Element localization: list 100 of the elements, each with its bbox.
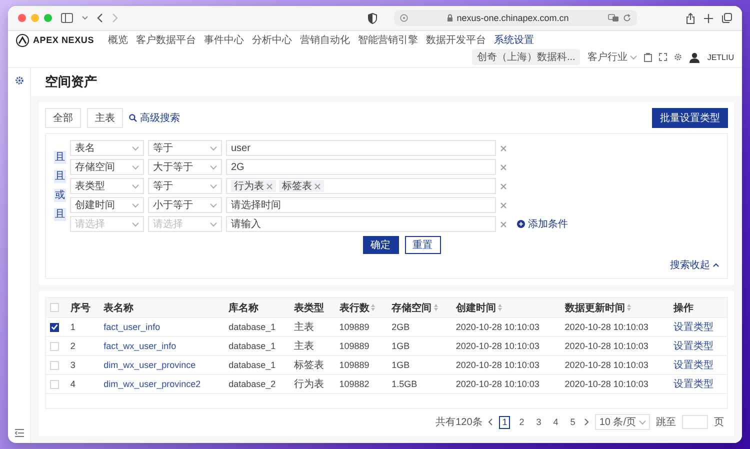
column-header: 库名称 [228, 301, 259, 314]
field-select[interactable]: 表类型 [70, 178, 144, 194]
value-field[interactable]: 行为表 标签表 [226, 178, 496, 194]
page-size-select[interactable]: 10 条/页 [595, 414, 650, 430]
chevron-up-icon [713, 263, 719, 267]
page-number[interactable]: 5 [567, 416, 578, 428]
logic-toggle[interactable]: 或 [54, 189, 66, 202]
company-selector[interactable]: 创奇（上海）数据科... [472, 49, 580, 65]
column-header: 操作 [674, 302, 694, 314]
nav-item[interactable]: 数据开发平台 [426, 33, 486, 47]
nav-item[interactable]: 营销自动化 [300, 33, 350, 47]
table-name-link[interactable]: fact_wx_user_info [104, 341, 176, 351]
table-cell: database_1 [228, 360, 276, 370]
jump-label: 跳至 [656, 416, 676, 429]
value-field[interactable]: 请输入 [226, 216, 496, 232]
remove-icon[interactable] [500, 164, 507, 170]
tabs-icon[interactable] [722, 13, 732, 23]
clipboard-icon[interactable] [644, 52, 652, 62]
logic-toggle[interactable]: 且 [54, 151, 66, 164]
logic-toggle[interactable]: 且 [54, 208, 66, 221]
sort-icon[interactable] [498, 304, 502, 311]
remove-icon[interactable] [500, 220, 507, 228]
back-icon[interactable] [97, 13, 103, 23]
user-name[interactable]: JETLIU [707, 52, 734, 62]
remove-tag-icon[interactable] [314, 182, 321, 190]
page-jump-field[interactable] [682, 415, 708, 429]
collapse-search-link[interactable]: 搜索收起 [670, 258, 719, 272]
close-button[interactable] [18, 14, 26, 22]
nav-item[interactable]: 客户数据平台 [136, 33, 196, 47]
table-cell: 2020-10-28 10:10:03 [564, 341, 648, 351]
table-cell: database_1 [228, 341, 276, 351]
caret-icon [210, 202, 217, 208]
nav-item[interactable]: 智能营销引擎 [358, 33, 418, 47]
table-name-link[interactable]: dim_wx_user_province [104, 360, 196, 370]
operator-select[interactable]: 大于等于 [148, 159, 222, 175]
field-select[interactable]: 表名 [70, 140, 144, 156]
set-type-link[interactable]: 设置类型 [674, 360, 714, 371]
sidebar-icon[interactable] [61, 13, 73, 23]
sort-icon[interactable] [371, 304, 376, 311]
page-number[interactable]: 3 [533, 416, 544, 428]
table-cell: database_2 [228, 379, 276, 389]
operator-select[interactable]: 等于 [148, 140, 222, 156]
forward-icon[interactable] [112, 13, 118, 23]
plus-icon[interactable] [704, 14, 713, 22]
column-header: 表类型 [294, 302, 324, 314]
remove-tag-icon[interactable] [266, 182, 273, 190]
reset-button[interactable]: 重置 [404, 236, 440, 254]
zoom-button[interactable] [44, 14, 52, 22]
nav-item[interactable]: 系统设置 [494, 33, 534, 47]
table-cell: 2020-10-28 10:10:03 [456, 322, 540, 332]
table-name-link[interactable]: fact_user_info [104, 322, 160, 332]
caret-icon [132, 202, 139, 208]
select-all-checkbox[interactable] [50, 303, 59, 312]
avatar-icon[interactable] [689, 52, 700, 62]
minimize-button[interactable] [31, 14, 39, 22]
reload-icon[interactable] [623, 14, 632, 22]
filter-tab[interactable]: 全部 [45, 108, 81, 128]
caret-icon [630, 54, 638, 60]
value-field[interactable]: 2G [226, 159, 496, 175]
chevron-down-icon[interactable] [82, 16, 88, 20]
expand-icon[interactable] [659, 53, 668, 61]
address-bar[interactable]: nexus-one.chinapex.com.cn [394, 10, 637, 26]
industry-dropdown[interactable]: 客户行业 [587, 50, 638, 64]
field-select[interactable]: 创建时间 [70, 197, 144, 213]
previous-page-icon[interactable] [488, 418, 494, 426]
collapse-icon[interactable] [14, 429, 24, 437]
value-field[interactable]: user [226, 140, 496, 156]
page-number[interactable]: 4 [550, 416, 562, 428]
row-checkbox[interactable] [50, 322, 59, 332]
field-select[interactable]: 存储空间 [70, 159, 144, 175]
remove-icon[interactable] [500, 202, 507, 208]
advanced-search-link[interactable]: 高级搜索 [129, 111, 180, 125]
set-type-link[interactable]: 设置类型 [674, 322, 714, 333]
add-condition-link[interactable]: 添加条件 [517, 217, 568, 231]
caret-icon [210, 184, 217, 188]
table-cell: 2020-10-28 10:10:03 [456, 379, 540, 389]
sort-icon[interactable] [434, 304, 438, 311]
shield-icon[interactable] [368, 12, 376, 24]
page-number[interactable]: 2 [516, 416, 528, 428]
sort-icon[interactable] [626, 304, 631, 311]
table-name-link[interactable]: dim_wx_user_province2 [104, 379, 201, 389]
nav-item[interactable]: 概览 [108, 33, 128, 47]
set-type-link[interactable]: 设置类型 [674, 379, 714, 390]
tag-label: 标签表 [282, 180, 312, 193]
logic-toggle[interactable]: 且 [54, 170, 66, 183]
filter-tab[interactable]: 主表 [87, 108, 123, 128]
nav-item[interactable]: 事件中心 [204, 33, 244, 47]
nav-item[interactable]: 分析中心 [252, 33, 292, 47]
next-page-icon[interactable] [584, 418, 590, 426]
remove-icon[interactable] [500, 144, 507, 152]
page-number[interactable]: 1 [499, 416, 510, 428]
value-field[interactable]: 请选择时间 [226, 197, 496, 213]
batch-set-type-button[interactable]: 批量设置类型 [652, 108, 728, 128]
operator-select[interactable]: 小于等于 [148, 197, 222, 213]
confirm-button[interactable]: 确定 [362, 236, 398, 254]
table-cell: database_1 [228, 322, 276, 332]
remove-icon[interactable] [500, 182, 507, 190]
share-icon[interactable] [686, 12, 695, 24]
set-type-link[interactable]: 设置类型 [674, 341, 714, 352]
operator-select[interactable]: 等于 [148, 178, 222, 194]
